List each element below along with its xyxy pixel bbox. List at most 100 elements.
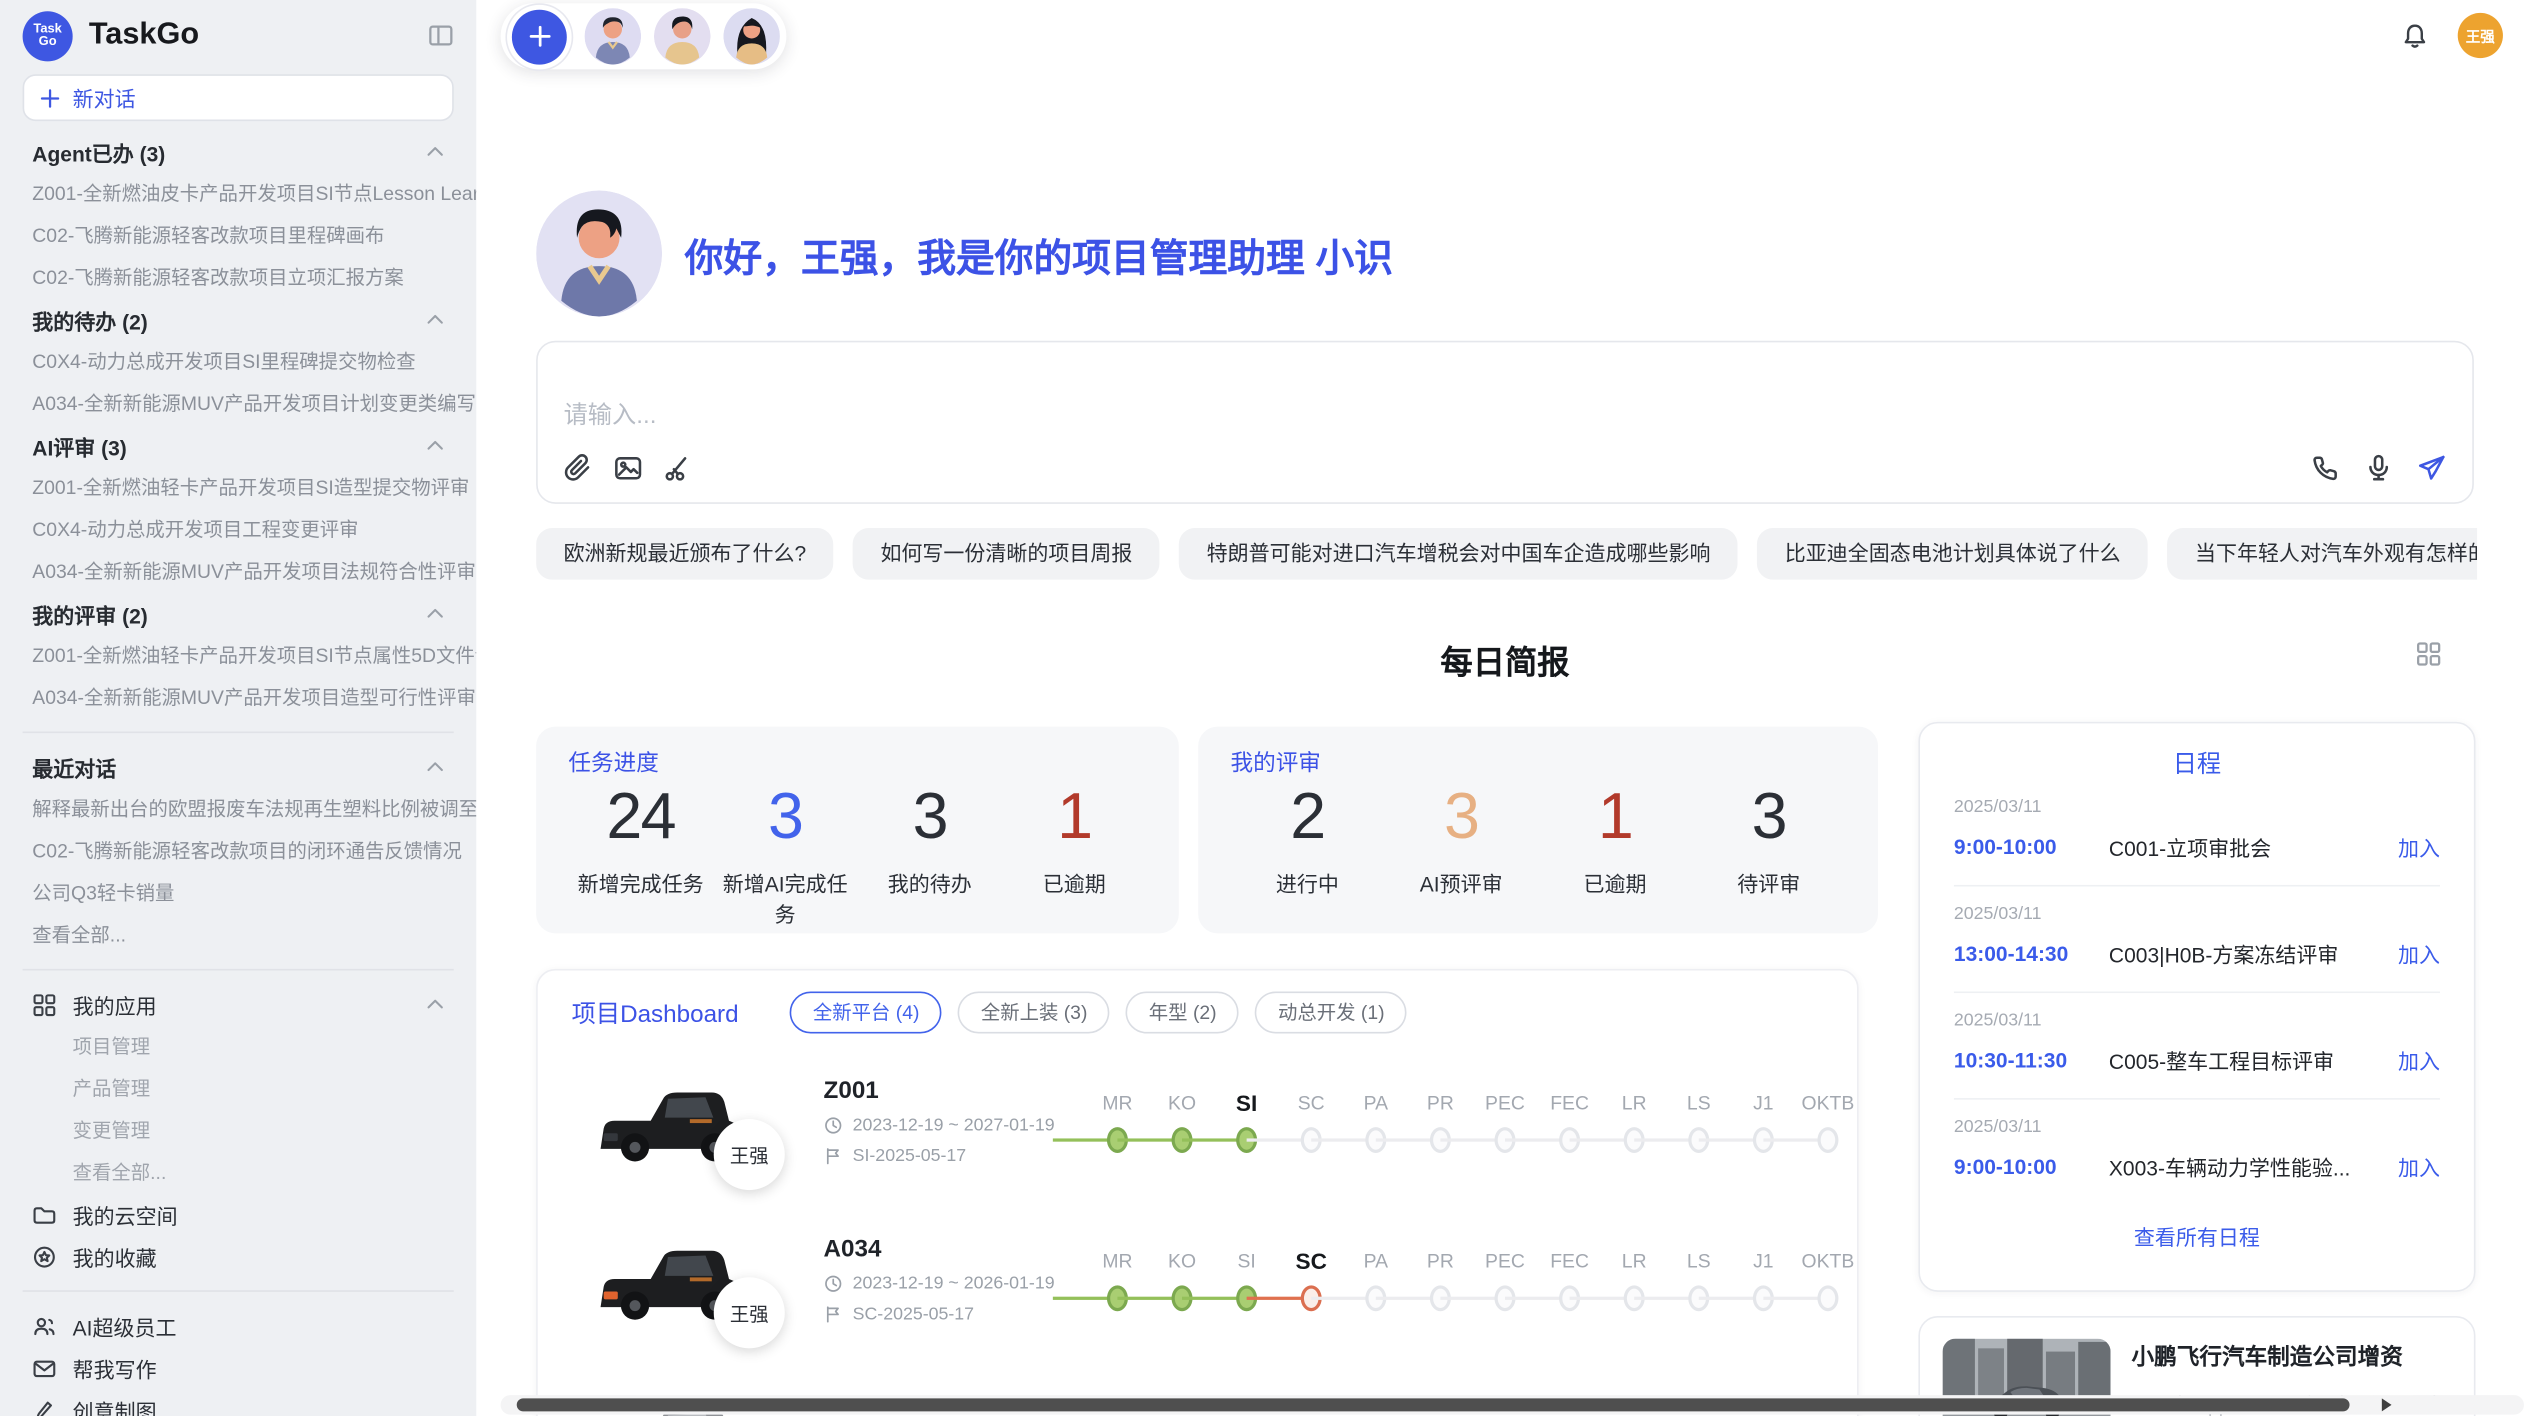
daily-brief-title: 每日简报 — [536, 636, 2474, 683]
recent-chat-item[interactable]: 公司Q3轻卡销量 — [0, 872, 476, 914]
sidebar-item-creative-drawing[interactable]: 创意制图 — [0, 1389, 476, 1416]
scissors-icon[interactable] — [664, 454, 693, 483]
project-dates: 2023-12-19 ~ 2026-01-19 — [824, 1274, 1055, 1293]
sidebar-section-header-recent-chats[interactable]: 最近对话 — [0, 746, 476, 788]
user-avatar[interactable]: 王强 — [2458, 13, 2503, 58]
sidebar-section-header-my-review[interactable]: 我的评审 (2) — [0, 593, 476, 635]
main-content: 王强 你好，王强，我是你的项目管理助理 小识 请输入... — [476, 0, 2532, 1416]
milestone-label: SI — [1214, 1245, 1279, 1277]
task-progress-title: 任务进度 — [568, 746, 1146, 778]
recent-chat-item[interactable]: 查看全部... — [0, 914, 476, 956]
phone-call-icon[interactable] — [2311, 454, 2340, 483]
schedule-meeting-title: C001-立项审批会 — [2109, 832, 2385, 863]
scrollbar-thumb[interactable] — [517, 1398, 2350, 1411]
suggestion-chip[interactable]: 如何写一份清晰的项目周报 — [853, 528, 1160, 580]
milestone: MR — [1085, 1245, 1150, 1319]
recent-chat-item[interactable]: 解释最新出台的欧盟报废车法规再生塑料比例被调至15%... — [0, 788, 476, 830]
stat-label: 已逾期 — [1538, 867, 1692, 898]
sidebar-item-favorites[interactable]: 我的收藏 — [0, 1235, 476, 1277]
collapse-sidebar-icon[interactable] — [428, 23, 454, 49]
sidebar-section-header-ai-review[interactable]: AI评审 (3) — [0, 425, 476, 467]
sidebar-item[interactable]: C0X4-动力总成开发项目SI里程碑提交物检查 — [0, 341, 476, 383]
conversation-toolbar — [501, 3, 787, 69]
message-composer[interactable]: 请输入... — [536, 341, 2474, 504]
suggestion-chip[interactable]: 欧洲新规最近颁布了什么? — [536, 528, 834, 580]
join-meeting-link[interactable]: 加入 — [2398, 938, 2440, 969]
app-logo: Task Go — [23, 10, 73, 60]
app-subitem[interactable]: 查看全部... — [0, 1151, 476, 1193]
view-all-schedule-link[interactable]: 查看所有日程 — [1954, 1205, 2440, 1271]
avatar-agent-3[interactable] — [723, 8, 780, 65]
join-meeting-link[interactable]: 加入 — [2398, 832, 2440, 863]
app-subitem[interactable]: 产品管理 — [0, 1067, 476, 1109]
screen: Task Go TaskGo 新对话 Agent已办 (3) Z001-全新燃油… — [0, 0, 2532, 1416]
sidebar-item-my-apps[interactable]: 我的应用 — [0, 983, 476, 1025]
avatar-agent-2[interactable] — [654, 8, 711, 65]
dashboard-tab[interactable]: 年型 (2) — [1126, 991, 1239, 1033]
send-icon[interactable] — [2417, 454, 2446, 483]
schedule-item: 2025/03/11 13:00-14:30 C003|H0B-方案冻结评审 加… — [1954, 885, 2440, 992]
schedule-time: 13:00-14:30 — [1954, 941, 2109, 965]
dashboard-tabs: 全新平台 (4) 全新上装 (3) 年型 (2) 动总开发 (1) — [790, 991, 1407, 1033]
recent-chat-item[interactable]: C02-飞腾新能源轻客改款项目的闭环通告反馈情况 — [0, 830, 476, 872]
sidebar-item[interactable]: Z001-全新燃油皮卡产品开发项目SI节点Lesson Learn报告 — [0, 173, 476, 215]
layout-grid-icon[interactable] — [2416, 641, 2442, 667]
milestone-label: PEC — [1473, 1087, 1538, 1119]
scrollbar-right-arrow[interactable] — [2382, 1398, 2392, 1411]
sidebar-scroll: Agent已办 (3) Z001-全新燃油皮卡产品开发项目SI节点Lesson … — [0, 121, 476, 1416]
sidebar-section-header-my-todo[interactable]: 我的待办 (2) — [0, 299, 476, 341]
sidebar-item-ai-super-staff[interactable]: AI超级员工 — [0, 1305, 476, 1347]
image-icon[interactable] — [614, 454, 643, 483]
milestone-label: LR — [1602, 1087, 1667, 1119]
app-title: TaskGo — [89, 18, 199, 54]
microphone-icon[interactable] — [2364, 454, 2393, 483]
section-label: 我的待办 (2) — [32, 304, 147, 335]
stat-value: 1 — [1002, 782, 1147, 853]
dashboard-tab[interactable]: 全新上装 (3) — [958, 991, 1110, 1033]
join-meeting-link[interactable]: 加入 — [2398, 1045, 2440, 1076]
sidebar-item[interactable]: A034-全新新能源MUV产品开发项目造型可行性评审 — [0, 677, 476, 719]
milestone-label: FEC — [1537, 1087, 1602, 1119]
project-row-a034[interactable]: 王强 A034 2023-12-19 ~ 2026-01-19 SC-2025-… — [562, 1213, 1833, 1365]
project-row-z001[interactable]: 王强 Z001 2023-12-19 ~ 2027-01-19 SI-2025-… — [562, 1054, 1833, 1206]
my-review-stats: 2 进行中 3 AI预评审 1 已逾期 3 待 — [1230, 782, 1845, 898]
sidebar-item[interactable]: C02-飞腾新能源轻客改款项目立项汇报方案 — [0, 257, 476, 299]
horizontal-scrollbar[interactable] — [501, 1395, 2524, 1414]
chevron-up-icon — [426, 145, 444, 158]
new-agent-button[interactable] — [507, 4, 572, 69]
schedule-row: 9:00-10:00 C001-立项审批会 加入 — [1954, 832, 2440, 863]
dashboard-tab[interactable]: 全新平台 (4) — [790, 991, 942, 1033]
milestone: SC — [1279, 1087, 1344, 1161]
attachment-icon[interactable] — [564, 454, 593, 483]
milestone-dot — [1817, 1127, 1838, 1153]
avatar-agent-1[interactable] — [585, 8, 642, 65]
app-subitem[interactable]: 项目管理 — [0, 1025, 476, 1067]
suggestion-chip[interactable]: 比亚迪全固态电池计划具体说了什么 — [1757, 528, 2148, 580]
sidebar-item[interactable]: C02-飞腾新能源轻客改款项目里程碑画布 — [0, 215, 476, 257]
project-dates-text: 2023-12-19 ~ 2027-01-19 — [853, 1116, 1055, 1135]
schedule-list: 2025/03/11 9:00-10:00 C001-立项审批会 加入 2025… — [1954, 780, 2440, 1205]
suggestion-chip[interactable]: 当下年轻人对汽车外观有怎样的喜好趋势 — [2168, 528, 2478, 580]
milestone: PA — [1344, 1245, 1409, 1319]
suggestion-chip[interactable]: 特朗普可能对进口汽车增税会对中国车企造成哪些影响 — [1179, 528, 1738, 580]
milestone: PEC — [1473, 1087, 1538, 1161]
sidebar-item[interactable]: Z001-全新燃油轻卡产品开发项目SI节点属性5D文件评审 — [0, 635, 476, 677]
sidebar-item[interactable]: Z001-全新燃油轻卡产品开发项目SI造型提交物评审 — [0, 467, 476, 509]
pen-icon — [32, 1398, 56, 1416]
sidebar-item[interactable]: A034-全新新能源MUV产品开发项目计划变更类编写 — [0, 383, 476, 425]
task-progress-stats: 24 新增完成任务 3 新增AI完成任务 3 我的待办 1 — [568, 782, 1146, 929]
notification-bell-icon[interactable] — [2401, 22, 2428, 49]
sidebar-item[interactable]: C0X4-动力总成开发项目工程变更评审 — [0, 509, 476, 551]
milestone: J1 — [1731, 1245, 1796, 1319]
join-meeting-link[interactable]: 加入 — [2398, 1151, 2440, 1182]
sidebar-section-header-agent-done[interactable]: Agent已办 (3) — [0, 131, 476, 173]
sidebar-item[interactable]: A034-全新新能源MUV产品开发项目法规符合性评审 — [0, 551, 476, 593]
stat-item: 3 新增AI完成任务 — [713, 782, 858, 929]
sidebar-item-cloud-space[interactable]: 我的云空间 — [0, 1193, 476, 1235]
chevron-up-icon — [426, 439, 444, 452]
sidebar-item-help-me-write[interactable]: 帮我写作 — [0, 1347, 476, 1389]
app-subitem[interactable]: 变更管理 — [0, 1109, 476, 1151]
new-chat-button[interactable]: 新对话 — [23, 74, 454, 121]
dashboard-tab[interactable]: 动总开发 (1) — [1255, 991, 1407, 1033]
project-flag: SI-2025-05-17 — [824, 1147, 1055, 1166]
